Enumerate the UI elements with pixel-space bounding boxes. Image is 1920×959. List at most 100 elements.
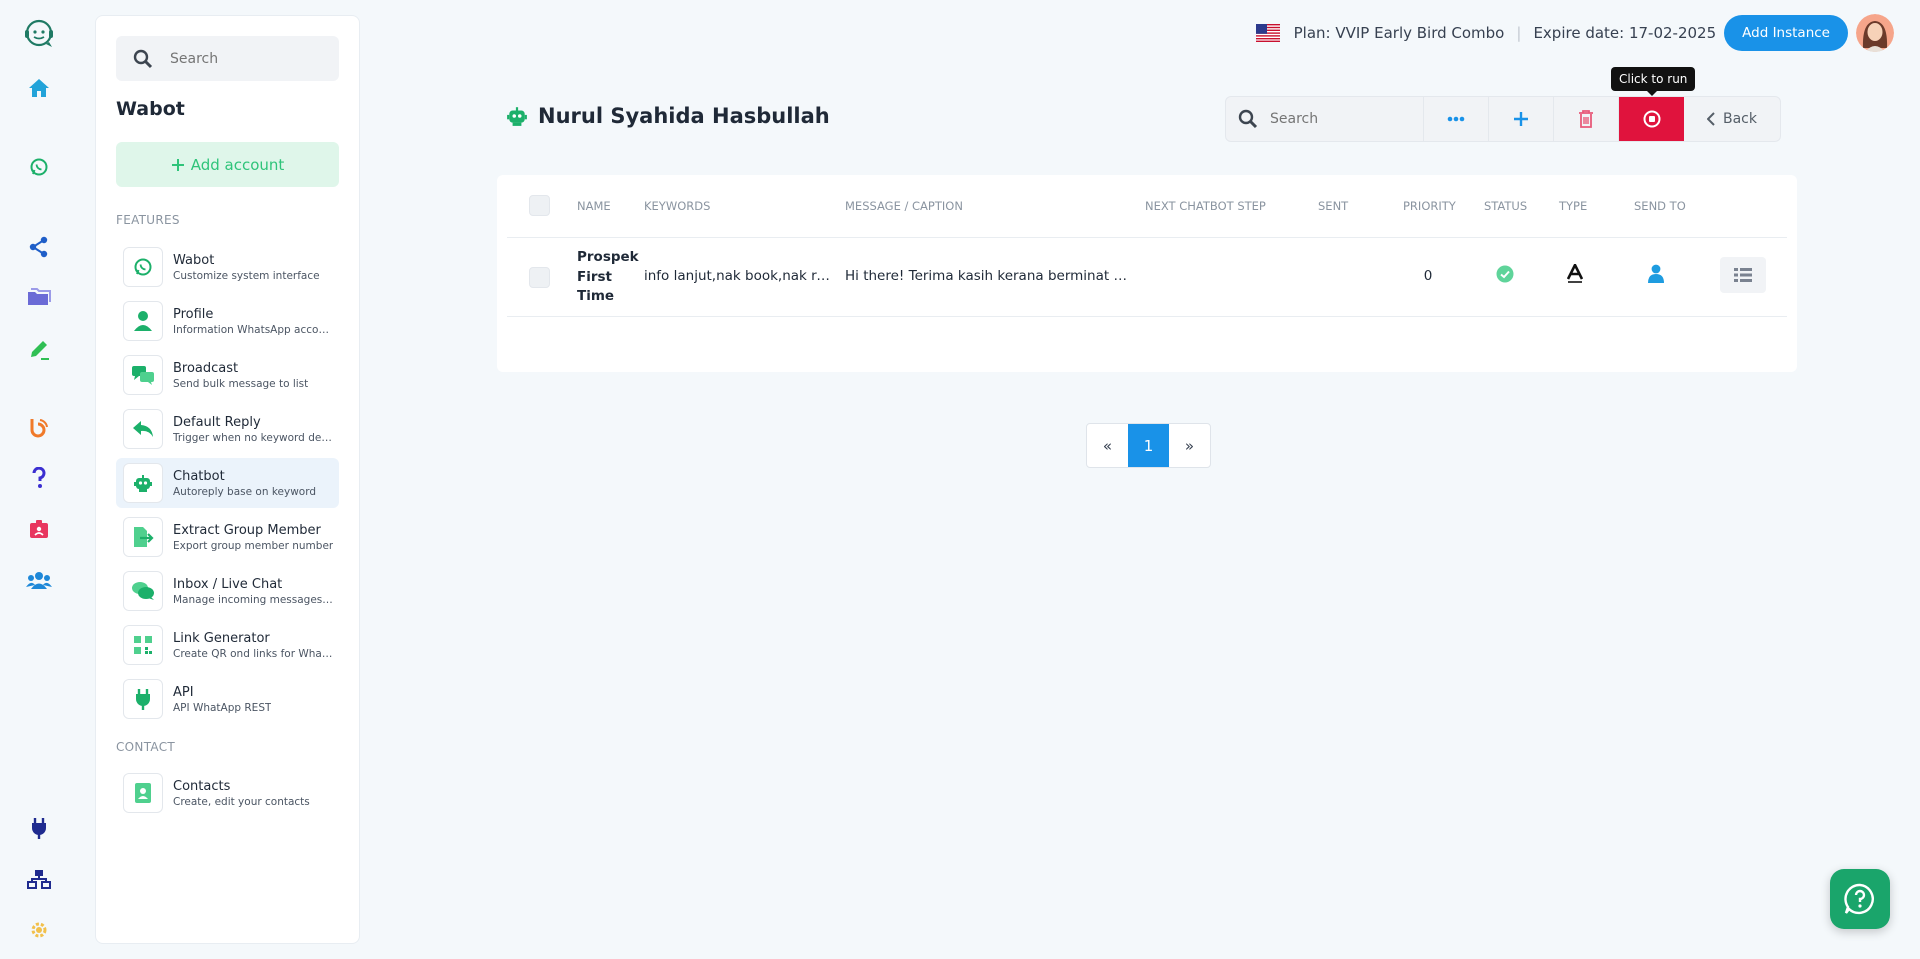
robot-icon — [123, 463, 163, 503]
plan-text: Plan: VVIP Early Bird Combo — [1293, 24, 1505, 42]
add-account-label: Add account — [190, 155, 285, 174]
menu-title: Contacts — [173, 778, 231, 794]
header-status[interactable]: STATUS — [1484, 199, 1527, 213]
logo-icon[interactable] — [22, 16, 56, 50]
text-type-icon — [1566, 262, 1584, 287]
trash-icon — [1579, 110, 1593, 128]
back-button[interactable]: Back — [1684, 97, 1780, 141]
header-send-to[interactable]: SEND TO — [1634, 199, 1686, 213]
sitemap-icon[interactable] — [22, 862, 56, 896]
help-chat-button[interactable] — [1830, 869, 1890, 929]
help-chat-icon — [1844, 883, 1874, 915]
page-title-text: Nurul Syahida Hasbullah — [538, 104, 830, 128]
icon-rail — [0, 0, 78, 959]
menu-title: Wabot — [173, 252, 215, 268]
sidebar-title: Wabot — [116, 98, 185, 120]
pagination: « 1 » — [1086, 423, 1211, 468]
top-bar: Plan: VVIP Early Bird Combo | Expire dat… — [1255, 14, 1894, 52]
header-keywords[interactable]: KEYWORDS — [644, 199, 710, 213]
qr-code-icon — [123, 625, 163, 665]
more-options-button[interactable] — [1424, 97, 1489, 141]
select-all-checkbox[interactable] — [529, 195, 550, 216]
menu-subtitle: Manage incoming messages ... — [173, 593, 335, 606]
header-message[interactable]: MESSAGE / CAPTION — [845, 199, 963, 213]
sidebar-item-profile[interactable]: Profile Information WhatsApp account — [116, 296, 339, 346]
back-label: Back — [1723, 111, 1757, 127]
header-name[interactable]: NAME — [577, 199, 611, 213]
menu-subtitle: Export group member number — [173, 539, 334, 552]
header-type[interactable]: TYPE — [1559, 199, 1587, 213]
row-actions-button[interactable] — [1720, 257, 1766, 293]
check-circle-icon — [1496, 265, 1514, 287]
edit-icon[interactable] — [22, 332, 56, 366]
chevron-left-icon — [1707, 112, 1715, 126]
add-instance-button[interactable]: Add Instance — [1724, 15, 1848, 51]
sidebar-search[interactable] — [116, 36, 339, 81]
page-1-button[interactable]: 1 — [1128, 424, 1169, 467]
row-keywords: info lanjut,nak book,nak res... — [644, 268, 834, 284]
sidebar-search-input[interactable] — [170, 50, 330, 67]
sidebar-item-wabot[interactable]: Wabot Customize system interface — [116, 242, 339, 292]
delete-button[interactable] — [1554, 97, 1619, 141]
plug-icon — [123, 679, 163, 719]
prev-page-button[interactable]: « — [1087, 424, 1128, 467]
ellipsis-icon — [1447, 116, 1465, 122]
menu-title: Profile — [173, 306, 214, 322]
sidebar-item-api[interactable]: API API WhatApp REST — [116, 674, 339, 724]
share-nodes-icon[interactable] — [22, 230, 56, 264]
run-button[interactable] — [1619, 97, 1684, 141]
header-sent[interactable]: SENT — [1318, 199, 1348, 213]
list-icon — [1734, 268, 1752, 282]
page-title: Nurul Syahida Hasbullah — [506, 104, 830, 128]
sidebar-item-broadcast[interactable]: Broadcast Send bulk message to list — [116, 350, 339, 400]
us-flag-icon[interactable] — [1255, 24, 1280, 42]
header-next-step[interactable]: NEXT CHATBOT STEP — [1145, 199, 1266, 213]
blog-icon[interactable] — [22, 410, 56, 444]
badge-icon[interactable] — [22, 512, 56, 546]
menu-subtitle: Send bulk message to list — [173, 377, 309, 390]
divider — [507, 237, 1787, 238]
row-checkbox[interactable] — [529, 267, 550, 288]
toolbar-search-input[interactable] — [1270, 111, 1410, 127]
chatbot-table: NAME KEYWORDS MESSAGE / CAPTION NEXT CHA… — [497, 175, 1797, 372]
folders-icon[interactable] — [22, 281, 56, 315]
add-chatbot-button[interactable] — [1489, 97, 1554, 141]
menu-subtitle: Information WhatsApp account — [173, 323, 335, 336]
menu-subtitle: Create, edit your contacts — [173, 795, 310, 808]
plus-icon — [1514, 112, 1528, 126]
users-icon[interactable] — [22, 563, 56, 597]
gear-icon[interactable] — [22, 913, 56, 947]
header-priority[interactable]: PRIORITY — [1403, 199, 1456, 213]
next-page-button[interactable]: » — [1169, 424, 1210, 467]
row-name-line: Prospek — [577, 249, 639, 265]
whatsapp-icon[interactable] — [22, 150, 56, 184]
menu-subtitle: Trigger when no keyword dete... — [173, 431, 335, 444]
avatar[interactable] — [1856, 14, 1894, 52]
add-account-button[interactable]: Add account — [116, 142, 339, 187]
file-export-icon — [123, 517, 163, 557]
address-book-icon — [123, 773, 163, 813]
sidebar-item-inbox-live-chat[interactable]: Inbox / Live Chat Manage incoming message… — [116, 566, 339, 616]
sidebar-item-contacts[interactable]: Contacts Create, edit your contacts — [116, 768, 339, 818]
menu-subtitle: API WhatApp REST — [173, 701, 272, 714]
sidebar-item-chatbot[interactable]: Chatbot Autoreply base on keyword — [116, 458, 339, 508]
sidebar-item-link-generator[interactable]: Link Generator Create QR ond links for Wh… — [116, 620, 339, 670]
question-icon[interactable] — [22, 461, 56, 495]
expire-date: Expire date: 17-02-2025 — [1533, 24, 1717, 42]
sidebar-item-extract-group-member[interactable]: Extract Group Member Export group member … — [116, 512, 339, 562]
home-icon[interactable] — [22, 71, 56, 105]
toolbar-search[interactable] — [1226, 97, 1424, 141]
menu-subtitle: Customize system interface — [173, 269, 320, 282]
user-icon — [1648, 264, 1664, 287]
plug-icon[interactable] — [22, 811, 56, 845]
menu-title: Extract Group Member — [173, 522, 321, 538]
stop-circle-icon — [1643, 110, 1660, 128]
reply-icon — [123, 409, 163, 449]
menu-title: API — [173, 684, 194, 700]
sidebar-item-default-reply[interactable]: Default Reply Trigger when no keyword det… — [116, 404, 339, 454]
whatsapp-icon — [123, 247, 163, 287]
search-icon — [116, 49, 170, 69]
chatbot-toolbar: Back — [1225, 96, 1781, 142]
plus-icon — [171, 158, 184, 171]
row-name[interactable]: Prospek First Time — [577, 248, 639, 307]
